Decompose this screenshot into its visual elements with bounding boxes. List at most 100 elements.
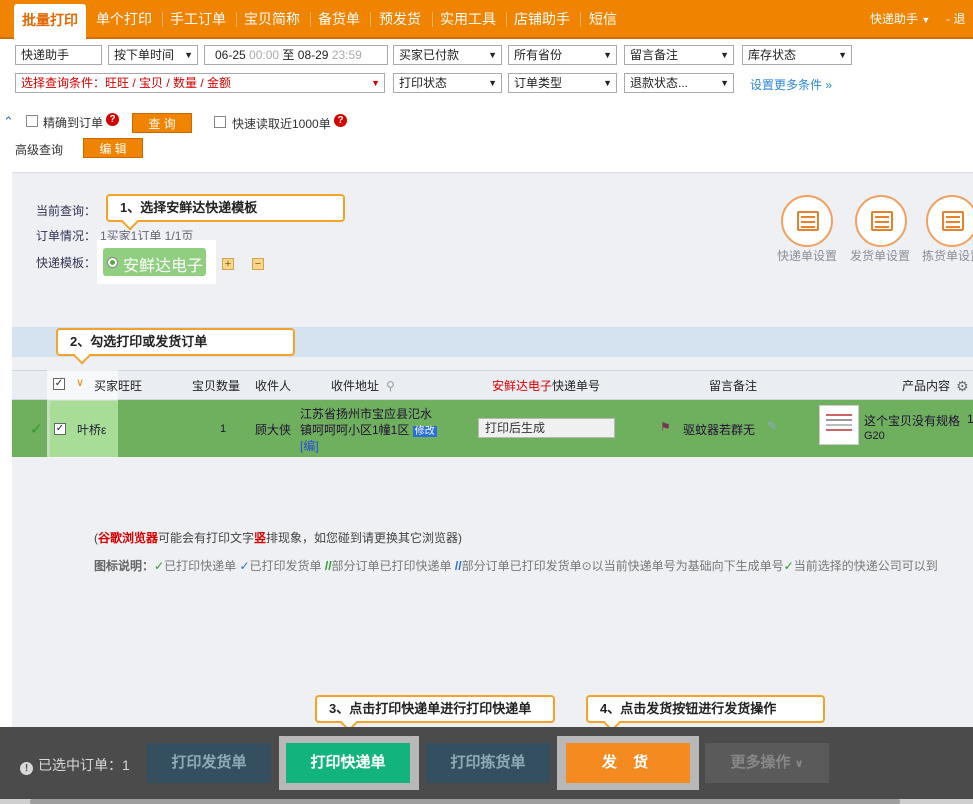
dropdown-arrow-icon: ▼	[488, 78, 497, 88]
picking-settings-icon[interactable]	[926, 195, 973, 247]
current-query-label: 当前查询：	[36, 204, 97, 218]
tab-divider	[506, 12, 507, 27]
tab-sms[interactable]: 短信	[585, 0, 621, 39]
pay-status-value: 买家已付款	[399, 48, 460, 62]
print-express-button[interactable]: 打印快递单	[286, 743, 410, 783]
date-range-input[interactable]: 06-25 00:00 至 08-29 23:59	[204, 45, 388, 65]
row-checkbox[interactable]: ✓	[54, 423, 66, 435]
exact-order-checkbox[interactable]	[26, 115, 38, 127]
scrollbar-thumb[interactable]	[30, 799, 900, 804]
settings-gear-icon[interactable]: ⚙	[956, 371, 969, 401]
tab-shop-helper[interactable]: 店铺助手	[511, 0, 573, 39]
user-menu[interactable]: 快递助手 ▼	[870, 0, 930, 39]
template-chip-anxianda[interactable]: 安鲜达电子	[103, 248, 206, 276]
delivery-settings-icon[interactable]	[855, 195, 907, 247]
print-status-select[interactable]: 打印状态 ▼	[393, 73, 502, 93]
time-sort-select[interactable]: 按下单时间 ▼	[108, 45, 198, 65]
refund-status-select[interactable]: 退款状态... ▼	[624, 73, 734, 93]
help-icon[interactable]: ?	[106, 113, 119, 126]
select-all-checkbox[interactable]: ✓	[53, 378, 65, 390]
province-value: 所有省份	[514, 48, 563, 62]
flag-icon[interactable]: ⚑	[660, 420, 671, 434]
legend-item: 已打印快递单	[164, 559, 237, 573]
cell-buyer: 叶桥ε	[77, 423, 107, 437]
stock-status-select[interactable]: 库存状态 ▼	[742, 45, 852, 65]
print-picking-button[interactable]: 打印拣货单	[426, 743, 550, 783]
help-icon[interactable]: ?	[334, 114, 347, 127]
stock-status-value: 库存状态	[748, 48, 797, 62]
query-condition-value: 选择查询条件：旺旺 / 宝贝 / 数量 / 金额	[21, 76, 232, 90]
col-tracking: 安鲜达电子快递单号	[492, 371, 600, 401]
tab-divider	[162, 12, 163, 27]
edit-pencil-icon[interactable]: ✎	[767, 419, 777, 433]
cell-address-line2: 镇呵呵呵小区1幢1区 修改	[300, 421, 437, 438]
query-condition-select[interactable]: 选择查询条件：旺旺 / 宝贝 / 数量 / 金额 ▼	[15, 73, 385, 93]
col-receiver: 收件人	[255, 379, 292, 393]
message-note-select[interactable]: 留言备注 ▼	[624, 45, 734, 65]
browser-note-suffix: 排现象，如您碰到请更换其它浏览器)	[266, 531, 463, 545]
col-buyer: 买家旺旺	[94, 379, 143, 393]
exit-link[interactable]: - 退出	[946, 0, 973, 65]
pay-status-select[interactable]: 买家已付款 ▼	[393, 45, 502, 65]
time-sort-value: 按下单时间	[114, 48, 175, 62]
edit-button[interactable]: 编 辑	[83, 138, 143, 158]
callout-step-4-text: 4、点击发货按钮进行发货操作	[600, 701, 777, 716]
express-settings-icon[interactable]	[781, 195, 833, 247]
order-type-select[interactable]: 订单类型 ▼	[508, 73, 617, 93]
legend-check-icon: ✓	[239, 559, 250, 573]
express-settings-label: 快递单设置	[777, 249, 838, 263]
tab-single-print[interactable]: 单个打印	[93, 0, 155, 39]
dropdown-arrow-icon: ▼	[720, 78, 729, 88]
collapse-icon[interactable]: ⌃	[3, 114, 14, 130]
tab-manual-order[interactable]: 手工订单	[167, 0, 229, 39]
tab-divider	[370, 12, 371, 27]
helper-select[interactable]: 快递助手	[15, 45, 102, 65]
callout-step-4: 4、点击发货按钮进行发货操作	[586, 695, 825, 723]
col-product: 产品内容	[902, 379, 951, 393]
more-actions-button[interactable]: 更多操作 ∨	[705, 743, 829, 783]
tab-stock-list[interactable]: 备货单	[315, 0, 363, 39]
icon-legend: 图标说明：✓已打印快递单 ✓已打印发货单 //部分订单已打印快递单 //部分订单…	[94, 557, 938, 574]
exact-order-label: 精确到订单	[43, 116, 104, 130]
more-conditions-link[interactable]: 设置更多条件 »	[750, 76, 832, 93]
tab-divider	[432, 12, 433, 27]
edit-address-button[interactable]: 修改	[412, 426, 437, 437]
product-thumbnail[interactable]	[819, 405, 859, 445]
legend-item: 以当前快递单号为基础向下生成单号	[591, 559, 784, 573]
template-label: 快递模板：	[36, 256, 97, 270]
tab-pre-ship[interactable]: 预发货	[375, 0, 425, 39]
radio-selected-icon	[107, 257, 118, 268]
chevron-down-icon: ∨	[794, 758, 804, 770]
legend-down-icon: ⊙	[581, 559, 592, 573]
chevron-down-icon[interactable]: ∨	[76, 376, 84, 389]
tracking-number-input[interactable]: 打印后生成	[478, 418, 615, 438]
browser-note-mid: 可能会有打印文字	[158, 531, 255, 545]
table-row[interactable]: 1 顾大侠 江苏省扬州市宝应县氾水 镇呵呵呵小区1幢1区 修改 [编] 打印后生…	[12, 400, 973, 457]
print-delivery-button[interactable]: 打印发货单	[147, 743, 271, 783]
more-actions-label: 更多操作	[730, 754, 791, 771]
col-tracking-suffix: 快递单号	[552, 379, 601, 393]
legend-item: 部分订单已打印发货单	[461, 559, 582, 573]
horizontal-scrollbar[interactable]	[0, 799, 973, 804]
tab-item-alias[interactable]: 宝贝简称	[241, 0, 303, 39]
callout-step-1: 1、选择安鲜达快递模板	[106, 194, 345, 222]
tab-tools[interactable]: 实用工具	[437, 0, 499, 39]
selected-count: ! 已选中订单：1	[20, 755, 130, 775]
document-icon	[797, 211, 819, 231]
fast-read-checkbox[interactable]	[214, 116, 226, 128]
filter-icon[interactable]: ⚲	[386, 371, 395, 401]
legend-label: 图标说明：	[94, 559, 155, 573]
legend-item: 已打印发货单	[249, 559, 322, 573]
info-icon: !	[20, 762, 33, 775]
tab-batch-print[interactable]: 批量打印	[14, 4, 86, 39]
legend-check-icon: ✓	[154, 559, 165, 573]
cell-receiver: 顾大侠	[255, 423, 292, 437]
province-select[interactable]: 所有省份 ▼	[508, 45, 617, 65]
ship-button[interactable]: 发 货	[566, 743, 690, 783]
order-type-value: 订单类型	[514, 76, 563, 90]
dropdown-arrow-icon: ▼	[838, 50, 847, 60]
remove-template-button[interactable]: −	[252, 258, 264, 270]
date-separator: 至	[282, 48, 295, 62]
add-template-button[interactable]: +	[222, 258, 234, 270]
query-button[interactable]: 查 询	[132, 113, 192, 133]
